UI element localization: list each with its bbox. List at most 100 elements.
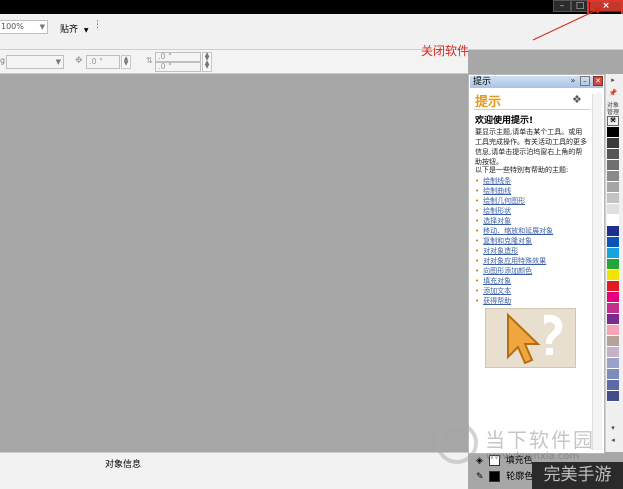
options-icon[interactable]: ⋮	[93, 20, 103, 32]
topic-link[interactable]: 选择对象	[483, 217, 511, 225]
bullet-icon: •	[475, 277, 480, 285]
color-swatch[interactable]	[607, 369, 619, 380]
topic-link[interactable]: 向图形添加颜色	[483, 267, 532, 275]
topic-link-item[interactable]: • 向图形添加颜色	[475, 266, 587, 276]
help-book-icon[interactable]: ❖	[572, 93, 582, 106]
color-swatch[interactable]	[607, 325, 619, 336]
color-swatch[interactable]	[607, 160, 619, 171]
property-bar: g ▼ ✥ .0 " ▲ ▼ ⇅ .0 " .0 " ▲ ▼ ▲ ▼	[0, 50, 468, 74]
duplicate-x-value: .0 "	[158, 52, 172, 61]
nudge-icon: ✥	[75, 56, 83, 66]
duplicate-y-field[interactable]: .0 "	[155, 62, 201, 72]
palette-scroll-down-icon[interactable]: ▾	[607, 424, 619, 432]
color-swatch[interactable]	[607, 358, 619, 369]
color-swatch[interactable]	[607, 237, 619, 248]
bullet-icon: •	[475, 257, 480, 265]
watermark-url: www.downxia.com	[486, 451, 580, 462]
color-swatch[interactable]	[607, 127, 619, 138]
color-swatch[interactable]	[607, 270, 619, 281]
color-swatch[interactable]	[607, 292, 619, 303]
topic-link-item[interactable]: • 绘制形状	[475, 206, 587, 216]
color-swatch[interactable]	[607, 303, 619, 314]
nudge-spinner[interactable]: ▲ ▼	[121, 55, 131, 69]
topic-link-item[interactable]: • 绘制几何图形	[475, 196, 587, 206]
topic-link[interactable]: 复制和克隆对象	[483, 237, 532, 245]
bullet-icon: •	[475, 187, 480, 195]
color-swatch[interactable]	[607, 347, 619, 358]
topic-link-item[interactable]: • 添加文本	[475, 286, 587, 296]
watermark-text: 当下软件园	[485, 428, 595, 452]
status-bar	[0, 452, 468, 489]
chevron-down-icon: ▼	[83, 27, 89, 34]
color-swatch[interactable]	[607, 193, 619, 204]
topics-intro: 以下是一些特别有帮助的主题:	[475, 166, 569, 174]
topic-link-item[interactable]: • 填充对象	[475, 276, 587, 286]
outline-pen-icon: ✎	[476, 472, 484, 482]
topic-link-item[interactable]: • 获得帮助	[475, 296, 587, 306]
no-color-swatch[interactable]: ✕	[607, 116, 619, 126]
topic-link-item[interactable]: • 对对象应用特殊效果	[475, 256, 587, 266]
snap-to-menu[interactable]: 贴齐 ▼	[60, 22, 89, 35]
color-swatch[interactable]	[607, 336, 619, 347]
header-divider	[474, 109, 590, 110]
expand-docker-icon[interactable]: »	[568, 76, 578, 86]
chevron-down-icon: ▼	[39, 23, 45, 31]
topic-link-item[interactable]: • 复制和克隆对象	[475, 236, 587, 246]
duplicate-y-value: .0 "	[158, 62, 172, 71]
topic-link[interactable]: 绘制曲线	[483, 187, 511, 195]
topic-link[interactable]: 绘制几何图形	[483, 197, 525, 205]
drawing-canvas[interactable]	[0, 74, 468, 452]
palette-expand-icon[interactable]: ◂	[607, 436, 619, 444]
color-swatch[interactable]	[607, 226, 619, 237]
minimize-docker-button[interactable]: –	[580, 76, 590, 86]
docker-scrollbar[interactable]	[592, 94, 602, 450]
topic-link[interactable]: 对对象造形	[483, 247, 518, 255]
color-swatch[interactable]	[607, 215, 619, 226]
preset-dropdown[interactable]: ▼	[6, 55, 64, 69]
nudge-distance-field[interactable]: .0 "	[86, 55, 120, 69]
tab-scroll-up-icon[interactable]: ▸	[607, 76, 619, 84]
duplicate-spinner[interactable]: ▲ ▼ ▲ ▼	[202, 52, 212, 72]
topic-link-item[interactable]: • 对对象造形	[475, 246, 587, 256]
docker-title: 提示	[473, 77, 492, 87]
close-docker-button[interactable]: ✕	[593, 76, 603, 86]
topic-link-item[interactable]: • 选择对象	[475, 216, 587, 226]
zoom-level-dropdown[interactable]: 100% ▼	[0, 20, 48, 34]
property-label-fragment: g	[0, 56, 6, 65]
minimize-button[interactable]: –	[553, 0, 571, 12]
duplicate-distance-icon: ⇅	[146, 56, 153, 65]
color-swatch[interactable]	[607, 391, 619, 402]
object-info-label: 对象信息	[105, 460, 142, 470]
color-swatch[interactable]	[607, 281, 619, 292]
topic-link[interactable]: 获得帮助	[483, 297, 511, 305]
color-swatch[interactable]	[607, 314, 619, 325]
topic-link[interactable]: 绘制线条	[483, 177, 511, 185]
outline-label: 轮廓色	[506, 472, 534, 482]
topic-link[interactable]: 对对象应用特殊效果	[483, 257, 546, 265]
topic-link[interactable]: 添加文本	[483, 287, 511, 295]
topic-link[interactable]: 绘制形状	[483, 207, 511, 215]
snap-to-label: 贴齐	[60, 25, 79, 35]
watermark-logo-icon	[436, 422, 478, 464]
nudge-distance-value: .0 "	[89, 57, 103, 66]
hints-header: 提示	[475, 95, 502, 110]
pin-icon[interactable]: 📌	[607, 89, 619, 97]
topic-link-item[interactable]: • 绘制线条	[475, 176, 587, 186]
color-swatch[interactable]	[607, 204, 619, 215]
color-swatch[interactable]	[607, 259, 619, 270]
watermark-corner: 完美手游	[532, 462, 623, 489]
color-swatch[interactable]	[607, 248, 619, 259]
color-swatch[interactable]	[607, 138, 619, 149]
fill-bucket-icon: ◈	[476, 456, 483, 466]
color-swatch[interactable]	[607, 182, 619, 193]
topic-link-item[interactable]: • 移动、缩放和延展对象	[475, 226, 587, 236]
topic-link-item[interactable]: • 绘制曲线	[475, 186, 587, 196]
color-swatch[interactable]	[607, 171, 619, 182]
topic-link[interactable]: 移动、缩放和延展对象	[483, 227, 553, 235]
duplicate-x-field[interactable]: .0 "	[155, 52, 201, 62]
topic-link[interactable]: 填充对象	[483, 277, 511, 285]
annotation-label: 关闭软件	[421, 44, 470, 58]
color-swatch[interactable]	[607, 380, 619, 391]
color-swatch[interactable]	[607, 149, 619, 160]
bullet-icon: •	[475, 227, 480, 235]
